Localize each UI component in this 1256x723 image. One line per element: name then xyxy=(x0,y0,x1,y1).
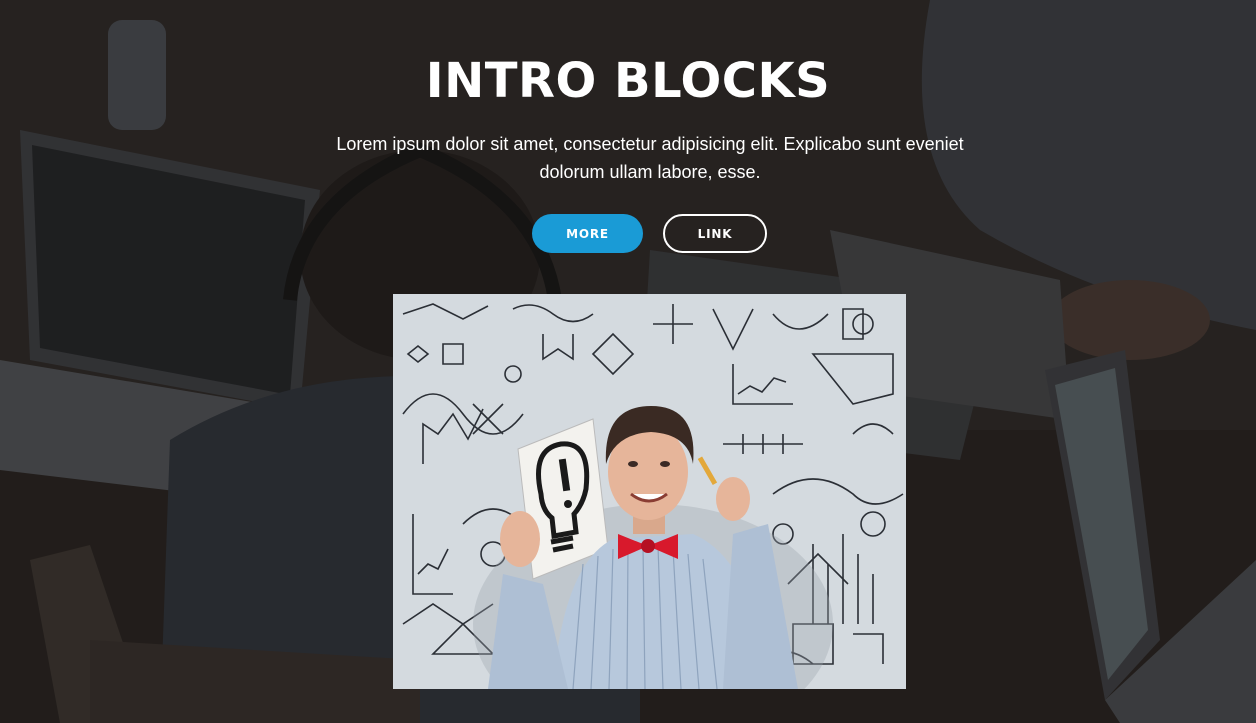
intro-hero-section: INTRO BLOCKS Lorem ipsum dolor sit amet,… xyxy=(0,0,1256,723)
intro-subtitle: Lorem ipsum dolor sit amet, consectetur … xyxy=(336,134,964,182)
more-button[interactable]: MORE xyxy=(532,214,643,253)
featured-image xyxy=(393,294,906,689)
link-button[interactable]: LINK xyxy=(663,214,767,253)
page-title: INTRO BLOCKS xyxy=(425,53,831,109)
